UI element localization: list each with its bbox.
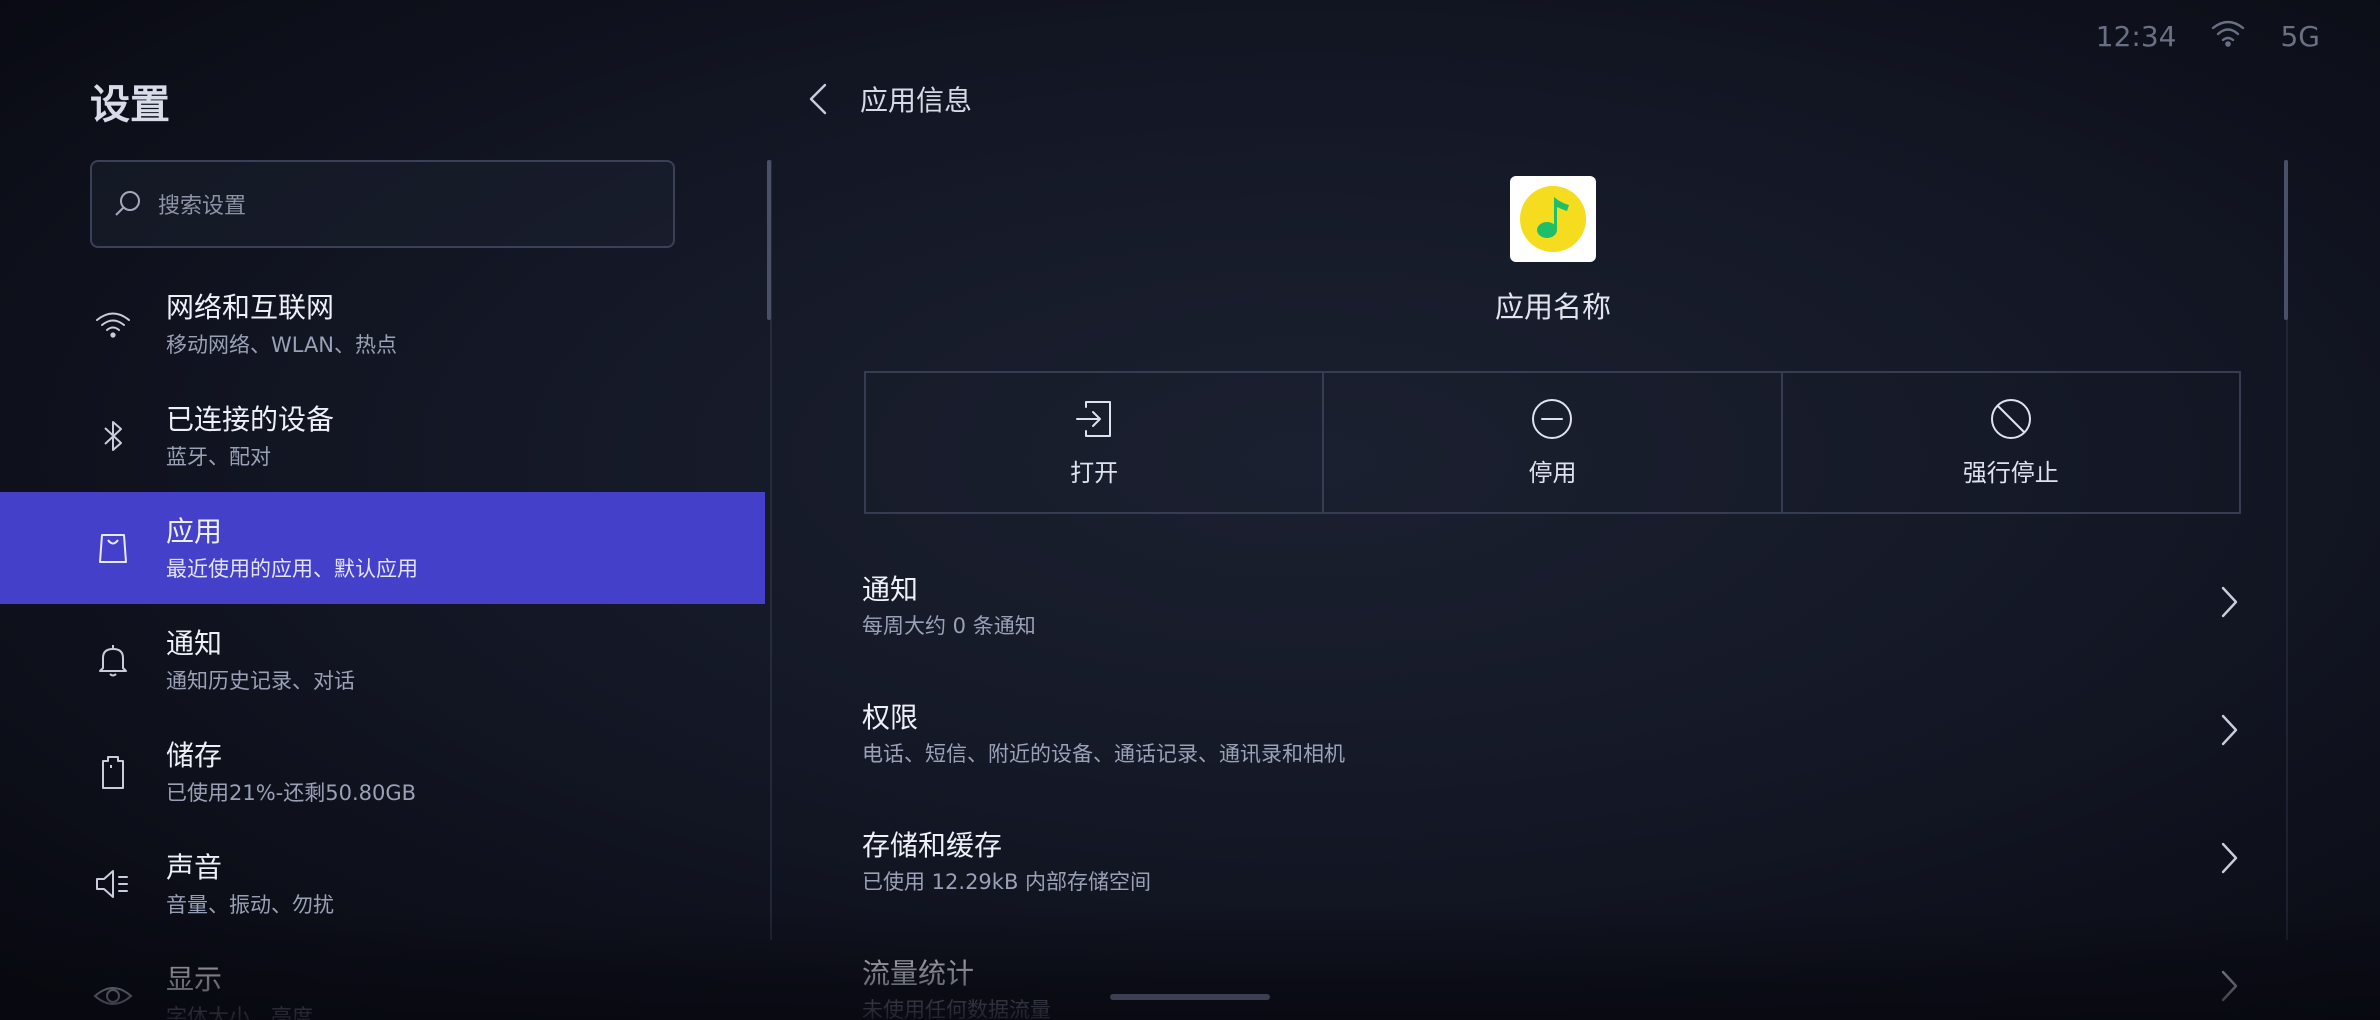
sidebar-item-subtitle: 已使用21%-还剩50.80GB <box>166 781 417 805</box>
detail-title: 应用信息 <box>860 84 973 117</box>
open-icon <box>1076 401 1112 437</box>
status-time: 12:34 <box>2095 20 2177 53</box>
sidebar-item-title: 网络和互联网 <box>166 291 335 324</box>
sidebar-item-subtitle: 字体大小、亮度 <box>166 1005 313 1020</box>
sidebar-item-connected-devices[interactable]: 已连接的设备 蓝牙、配对 <box>0 380 765 492</box>
bluetooth-icon <box>90 413 136 459</box>
sidebar-item-subtitle: 移动网络、WLAN、热点 <box>166 333 398 357</box>
chevron-right-icon <box>2221 586 2238 618</box>
eye-icon <box>90 973 136 1019</box>
sidebar-item-subtitle: 音量、振动、勿扰 <box>166 893 334 917</box>
chevron-right-icon <box>2221 842 2238 874</box>
sidebar-item-subtitle: 蓝牙、配对 <box>166 445 271 469</box>
disable-icon <box>1532 399 1573 439</box>
chevron-right-icon <box>2221 970 2238 1002</box>
app-icon <box>1510 176 1596 262</box>
detail-scrollbar[interactable] <box>2284 160 2288 320</box>
page-title: 设置 <box>90 82 170 128</box>
sidebar-item-title: 通知 <box>166 627 223 660</box>
sidebar-item-title: 应用 <box>166 515 223 548</box>
app-name: 应用名称 <box>1494 290 1611 324</box>
storage-cache-row[interactable]: 存储和缓存 已使用 12.29kB 内部存储空间 <box>862 804 2242 932</box>
disable-label: 停用 <box>1528 459 1577 487</box>
open-button[interactable]: 打开 <box>866 373 1322 512</box>
status-bar: 12:34 5G <box>2096 18 2320 55</box>
wifi-status-icon <box>2210 18 2246 55</box>
settings-menu: 网络和互联网 移动网络、WLAN、热点 已连接的设备 蓝牙、配对 应用 最近使用… <box>0 268 765 1020</box>
app-info-list: 通知 每周大约 0 条通知 权限 电话、短信、附近的设备、通话记录、通讯录和相机… <box>862 548 2242 1020</box>
sidebar-item-display[interactable]: 显示 字体大小、亮度 <box>0 940 765 1020</box>
sidebar-item-sound[interactable]: 声音 音量、振动、勿扰 <box>0 828 765 940</box>
sidebar-item-notifications[interactable]: 通知 通知历史记录、对话 <box>0 604 765 716</box>
search-input[interactable]: 搜索设置 <box>90 160 675 248</box>
force-stop-icon <box>1990 399 2031 439</box>
row-subtitle: 每周大约 0 条通知 <box>862 614 1036 638</box>
permissions-row[interactable]: 权限 电话、短信、附近的设备、通话记录、通讯录和相机 <box>862 676 2242 804</box>
open-label: 打开 <box>1070 459 1119 487</box>
sidebar-item-title: 已连接的设备 <box>166 403 335 436</box>
apps-bag-icon <box>90 525 136 571</box>
back-button[interactable] <box>800 74 836 124</box>
row-title: 通知 <box>862 573 919 606</box>
disable-button[interactable]: 停用 <box>1322 373 1780 512</box>
settings-sidebar: 设置 搜索设置 网络和互联网 移动网络、WLAN、热点 已连接的设备 蓝牙、配对… <box>0 0 765 1020</box>
network-type: 5G <box>2280 20 2320 53</box>
sidebar-item-subtitle: 通知历史记录、对话 <box>166 669 355 693</box>
search-icon <box>115 191 140 216</box>
data-usage-row[interactable]: 流量统计 未使用任何数据流量 <box>862 932 2242 1020</box>
storage-icon <box>90 749 136 795</box>
sidebar-item-network[interactable]: 网络和互联网 移动网络、WLAN、热点 <box>0 268 765 380</box>
row-title: 流量统计 <box>862 957 975 990</box>
force-stop-button[interactable]: 强行停止 <box>1780 373 2239 512</box>
speaker-icon <box>90 861 136 907</box>
chevron-left-icon <box>809 83 827 115</box>
notifications-row[interactable]: 通知 每周大约 0 条通知 <box>862 548 2242 676</box>
settings-screen: 12:34 5G 设置 搜索设置 网络和互联网 移动网络、WLAN、热点 已连接… <box>0 0 2380 1020</box>
sidebar-item-subtitle: 最近使用的应用、默认应用 <box>166 557 418 581</box>
sidebar-item-title: 显示 <box>166 963 223 996</box>
detail-header: 应用信息 <box>800 74 972 124</box>
row-subtitle: 未使用任何数据流量 <box>862 998 1051 1020</box>
sidebar-item-title: 声音 <box>166 851 223 884</box>
wifi-icon <box>90 301 136 347</box>
row-subtitle: 电话、短信、附近的设备、通话记录、通讯录和相机 <box>862 742 1345 766</box>
home-indicator[interactable] <box>1110 994 1270 1000</box>
sidebar-item-apps[interactable]: 应用 最近使用的应用、默认应用 <box>0 492 765 604</box>
force-stop-label: 强行停止 <box>1962 459 2059 487</box>
chevron-right-icon <box>2221 714 2238 746</box>
app-actions: 打开 停用 强行停止 <box>864 371 2241 514</box>
search-placeholder: 搜索设置 <box>158 194 247 219</box>
sidebar-scrollbar[interactable] <box>767 160 771 320</box>
sidebar-item-title: 储存 <box>166 739 223 772</box>
row-subtitle: 已使用 12.29kB 内部存储空间 <box>862 870 1152 894</box>
row-title: 权限 <box>862 701 919 734</box>
sidebar-item-storage[interactable]: 储存 已使用21%-还剩50.80GB <box>0 716 765 828</box>
row-title: 存储和缓存 <box>862 829 1003 862</box>
bell-icon <box>90 637 136 683</box>
